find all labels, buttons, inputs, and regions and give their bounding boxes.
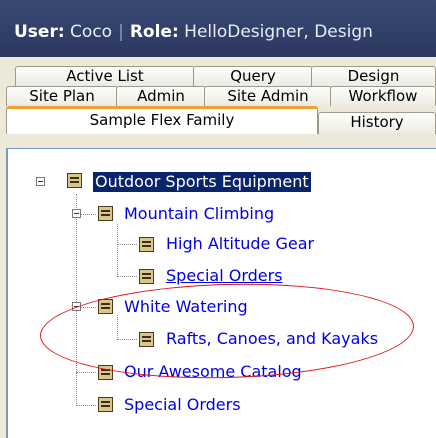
tree-node-high-altitude-gear[interactable]: High Altitude Gear [166,234,314,254]
tree-connector-h6 [76,372,96,373]
role-label: Role: [129,22,179,42]
tab-admin[interactable]: Admin [116,86,206,106]
tab-sample-flex-family[interactable]: Sample Flex Family [6,106,318,134]
tree-connector-h3 [117,276,137,277]
page-icon [67,173,82,188]
tab-query[interactable]: Query [193,66,313,86]
tree-node-outdoor-sports-equipment[interactable]: Outdoor Sports Equipment [93,172,311,192]
tree-node-mountain-climbing[interactable]: Mountain Climbing [124,204,274,224]
tree-connector-mountain [117,224,118,277]
collapse-toggle-mountain[interactable] [72,209,81,218]
app-window: User: Coco | Role: HelloDesigner, Design A… [0,0,436,438]
tab-history[interactable]: History [318,112,436,134]
tab-active-list[interactable]: Active List [15,66,195,86]
tab-workflow[interactable]: Workflow [330,86,436,106]
tree-node-special-orders-mountain[interactable]: Special Orders [166,266,283,286]
tab-site-admin[interactable]: Site Admin [204,86,332,106]
tab-design[interactable]: Design [311,66,436,86]
role-name: HelloDesigner, Design [184,22,373,42]
tab-site-plan[interactable]: Site Plan [6,86,118,106]
header-separator: | [118,22,124,42]
page-icon [98,206,113,221]
page-icon [139,269,154,284]
user-role-bar: User: Coco | Role: HelloDesigner, Design [0,0,436,57]
user-label: User: [14,22,65,42]
tree-connector-root [76,194,77,406]
tree-connector-h2 [117,244,137,245]
tree-node-special-orders[interactable]: Special Orders [124,395,241,415]
page-icon [98,397,113,412]
page-icon [139,237,154,252]
tree-connector-h7 [76,405,96,406]
user-name: Coco [70,22,113,42]
tab-bar: Active List Query Design Site Plan Admin… [0,57,436,148]
collapse-toggle-root[interactable] [36,177,45,186]
